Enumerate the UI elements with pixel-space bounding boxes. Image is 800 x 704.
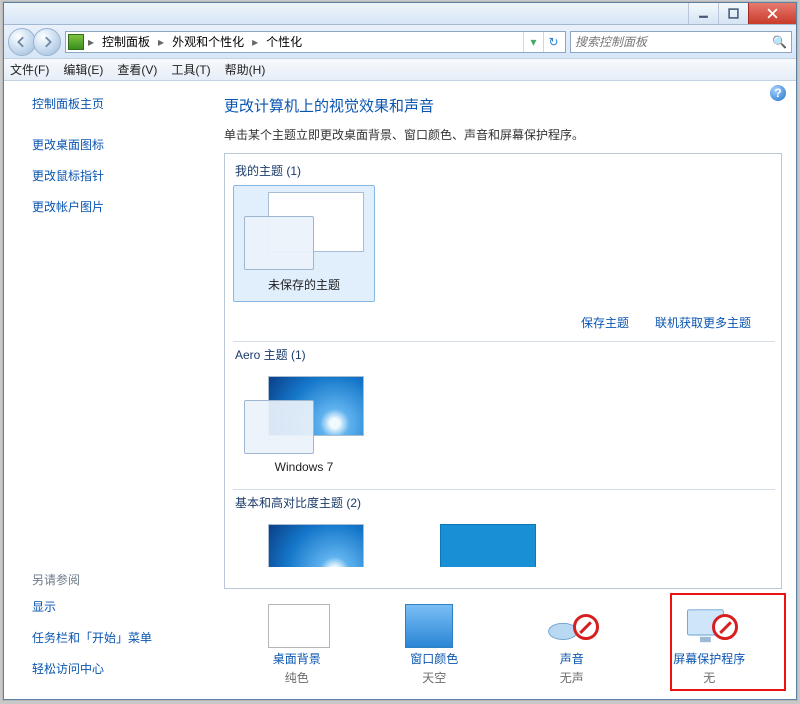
chevron-right-icon: ▸ bbox=[158, 35, 164, 49]
link-label: 窗口颜色 bbox=[374, 650, 494, 667]
back-button[interactable] bbox=[8, 28, 36, 56]
sidebar: 控制面板主页 更改桌面图标 更改鼠标指针 更改帐户图片 另请参阅 显示 任务栏和… bbox=[4, 81, 214, 699]
group-basic-themes: 基本和高对比度主题 (2) bbox=[235, 494, 775, 511]
theme-windows7[interactable]: Windows 7 bbox=[233, 369, 375, 483]
address-dropdown[interactable]: ▾ bbox=[523, 32, 543, 52]
menu-tools[interactable]: 工具(T) bbox=[171, 61, 210, 78]
personalization-icon bbox=[68, 34, 84, 50]
chevron-right-icon: ▸ bbox=[88, 35, 94, 49]
help-icon[interactable]: ? bbox=[770, 85, 786, 101]
main-pane: ? 更改计算机上的视觉效果和声音 单击某个主题立即更改桌面背景、窗口颜色、声音和… bbox=[214, 81, 796, 699]
menu-bar: 文件(F) 编辑(E) 查看(V) 工具(T) 帮助(H) bbox=[4, 59, 796, 81]
group-aero-themes: Aero 主题 (1) bbox=[235, 346, 775, 363]
color-swatch-icon bbox=[405, 604, 453, 648]
close-button[interactable] bbox=[748, 3, 796, 24]
breadcrumb[interactable]: 控制面板 bbox=[98, 33, 154, 50]
chevron-right-icon: ▸ bbox=[252, 35, 258, 49]
refresh-button[interactable]: ↻ bbox=[543, 32, 563, 52]
see-also-header: 另请参阅 bbox=[32, 571, 206, 588]
body: 控制面板主页 更改桌面图标 更改鼠标指针 更改帐户图片 另请参阅 显示 任务栏和… bbox=[4, 81, 796, 699]
address-bar[interactable]: ▸ 控制面板 ▸ 外观和个性化 ▸ 个性化 ▾ ↻ bbox=[65, 31, 566, 53]
link-label: 声音 bbox=[512, 650, 632, 667]
theme-panel: 我的主题 (1) 未保存的主题 保存主题 联机获取更多主题 Ae bbox=[224, 153, 782, 589]
window-titlebar bbox=[4, 3, 796, 25]
page-description: 单击某个主题立即更改桌面背景、窗口颜色、声音和屏幕保护程序。 bbox=[224, 126, 782, 143]
maximize-button[interactable] bbox=[718, 3, 748, 24]
see-also-display[interactable]: 显示 bbox=[32, 598, 206, 615]
search-placeholder: 搜索控制面板 bbox=[575, 33, 647, 50]
menu-file[interactable]: 文件(F) bbox=[10, 61, 49, 78]
nav-buttons bbox=[8, 28, 61, 56]
theme-label: 未保存的主题 bbox=[238, 276, 370, 293]
link-label: 桌面背景 bbox=[237, 650, 357, 667]
group-my-themes: 我的主题 (1) bbox=[235, 162, 775, 179]
page-title: 更改计算机上的视觉效果和声音 bbox=[224, 95, 782, 116]
sidebar-link-desktop-icons[interactable]: 更改桌面图标 bbox=[32, 136, 206, 153]
theme-unsaved[interactable]: 未保存的主题 bbox=[233, 185, 375, 302]
save-theme-link[interactable]: 保存主题 bbox=[581, 314, 629, 331]
nav-row: ▸ 控制面板 ▸ 外观和个性化 ▸ 个性化 ▾ ↻ 搜索控制面板 🔍 bbox=[4, 25, 796, 59]
theme-basic-1[interactable] bbox=[233, 517, 375, 561]
search-input[interactable]: 搜索控制面板 🔍 bbox=[570, 31, 792, 53]
theme-scroll[interactable]: 我的主题 (1) 未保存的主题 保存主题 联机获取更多主题 Ae bbox=[225, 154, 781, 588]
link-label: 屏幕保护程序 bbox=[649, 650, 769, 667]
bottom-links: 桌面背景 纯色 窗口颜色 天空 声音 无声 bbox=[224, 589, 782, 699]
theme-basic-2[interactable] bbox=[405, 517, 547, 561]
window-frame: ▸ 控制面板 ▸ 外观和个性化 ▸ 个性化 ▾ ↻ 搜索控制面板 🔍 文件(F)… bbox=[3, 2, 797, 700]
link-sub: 天空 bbox=[374, 669, 494, 686]
sidebar-link-account-picture[interactable]: 更改帐户图片 bbox=[32, 198, 206, 215]
forbidden-icon bbox=[573, 614, 599, 640]
breadcrumb[interactable]: 个性化 bbox=[262, 33, 306, 50]
screensaver-link[interactable]: 屏幕保护程序 无 bbox=[649, 604, 769, 686]
menu-view[interactable]: 查看(V) bbox=[117, 61, 157, 78]
breadcrumb[interactable]: 外观和个性化 bbox=[168, 33, 248, 50]
menu-edit[interactable]: 编辑(E) bbox=[63, 61, 103, 78]
link-sub: 无 bbox=[649, 669, 769, 686]
forward-button[interactable] bbox=[33, 28, 61, 56]
minimize-button[interactable] bbox=[688, 3, 718, 24]
get-more-themes-link[interactable]: 联机获取更多主题 bbox=[655, 314, 751, 331]
see-also-ease-of-access[interactable]: 轻松访问中心 bbox=[32, 660, 206, 677]
monitor-icon bbox=[268, 604, 330, 648]
link-sub: 无声 bbox=[512, 669, 632, 686]
theme-label: Windows 7 bbox=[238, 460, 370, 474]
sidebar-link-mouse-pointers[interactable]: 更改鼠标指针 bbox=[32, 167, 206, 184]
search-icon[interactable]: 🔍 bbox=[772, 35, 787, 49]
see-also-taskbar[interactable]: 任务栏和「开始」菜单 bbox=[32, 629, 206, 646]
desktop-background-link[interactable]: 桌面背景 纯色 bbox=[237, 604, 357, 686]
sidebar-home[interactable]: 控制面板主页 bbox=[32, 95, 206, 112]
sounds-link[interactable]: 声音 无声 bbox=[512, 604, 632, 686]
menu-help[interactable]: 帮助(H) bbox=[225, 61, 266, 78]
window-color-link[interactable]: 窗口颜色 天空 bbox=[374, 604, 494, 686]
link-sub: 纯色 bbox=[237, 669, 357, 686]
